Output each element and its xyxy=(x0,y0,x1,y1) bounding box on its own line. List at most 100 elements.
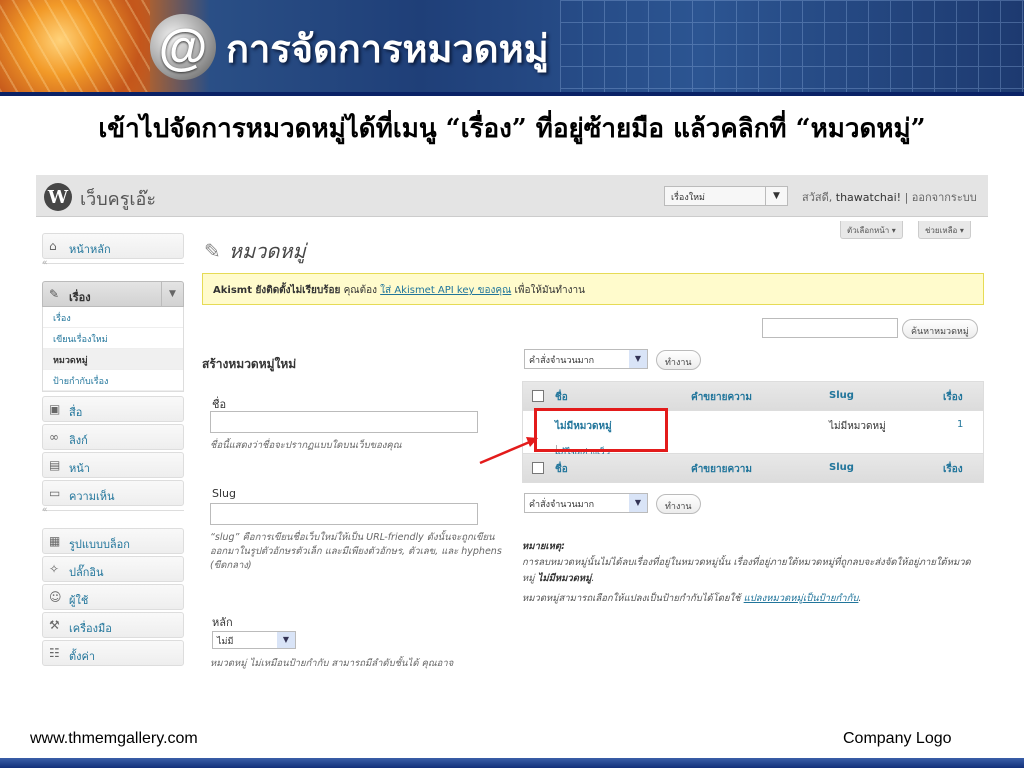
sidebar-item-label: ตั้งค่า xyxy=(69,650,96,663)
slide: @ การจัดการหมวดหมู่ เข้าไปจัดการหมวดหมู่… xyxy=(0,0,1024,768)
pushpin-icon: ✎ xyxy=(49,287,60,301)
posts-submenu: เรื่อง เขียนเรื่องใหม่ หมวดหมู่ ป้ายกำกั… xyxy=(42,307,184,392)
sidebar-item-label: หน้า xyxy=(69,462,90,475)
convert-categories-link[interactable]: แปลงหมวดหมู่เป็นป้ายกำกับ xyxy=(744,593,859,604)
slug-help-text: “slug” คือการเขียนชื่อเว็บใหม่ให้เป็น UR… xyxy=(210,532,502,571)
add-category-heading: สร้างหมวดหมู่ใหม่ xyxy=(202,357,297,371)
new-post-dropdown[interactable]: เรื่องใหม่ ▼ xyxy=(664,186,788,206)
parent-category-select[interactable]: ไม่มี ▼ xyxy=(212,631,296,649)
greeting-prefix: สวัสดี, xyxy=(802,191,833,204)
parent-help-text: หมวดหมู่ ไม่เหมือนป้ายกำกับ สามารถมีลำดั… xyxy=(210,658,454,669)
column-header-description[interactable]: คำขยายความ xyxy=(691,390,752,405)
column-header-slug[interactable]: Slug xyxy=(829,390,854,401)
greeting-separator: | xyxy=(904,191,909,204)
footer-bar xyxy=(0,758,1024,768)
header-banner: @ การจัดการหมวดหมู่ xyxy=(0,0,1024,92)
select-all-checkbox[interactable] xyxy=(532,390,544,402)
media-icon: ▣ xyxy=(49,402,61,416)
bulk-action-select-bottom[interactable]: คำสั่งจำนวนมาก ▼ xyxy=(524,493,648,513)
screen-options-button[interactable]: ตัวเลือกหน้า ▾ xyxy=(840,221,903,239)
sidebar-separator[interactable] xyxy=(42,505,184,520)
category-name-input[interactable] xyxy=(210,411,478,433)
column-footer-name[interactable]: ชื่อ xyxy=(555,462,568,477)
home-icon: ⌂ xyxy=(49,239,57,253)
note-line-2: หมวดหมู่สามารถเลือกให้แปลงเป็นป้ายกำกับไ… xyxy=(522,591,982,607)
site-name[interactable]: เว็บครูเอ๊ะ xyxy=(80,184,156,213)
table-footer: ชื่อ คำขยายความ Slug เรื่อง xyxy=(523,454,983,482)
sidebar-item-tools[interactable]: ⚒ เครื่องมือ xyxy=(42,612,184,638)
sidebar-item-links[interactable]: ∞ ลิงก์ xyxy=(42,424,184,450)
sidebar-separator[interactable] xyxy=(42,258,184,273)
page-icon: ▤ xyxy=(49,458,61,472)
submenu-item-all-posts[interactable]: เรื่อง xyxy=(43,307,183,328)
appearance-icon: ▦ xyxy=(49,534,61,548)
submenu-item-add-new[interactable]: เขียนเรื่องใหม่ xyxy=(43,328,183,349)
notice-text-end: เพื่อให้มันทำงาน xyxy=(514,285,585,296)
pushpin-icon: ✎ xyxy=(204,239,221,263)
sidebar-item-media[interactable]: ▣ สื่อ xyxy=(42,396,184,422)
sidebar-item-label: หน้าหลัก xyxy=(69,243,111,256)
apply-button-top[interactable]: ทำงาน xyxy=(656,350,701,370)
chevron-down-icon: ▼ xyxy=(277,632,295,648)
notice-strong: Akismt ยังติดตั้งไม่เรียบร้อย xyxy=(213,285,341,296)
sidebar-item-users[interactable]: ☺ ผู้ใช้ xyxy=(42,584,184,610)
bulk-action-select-top[interactable]: คำสั่งจำนวนมาก ▼ xyxy=(524,349,648,369)
sidebar-item-label: ผู้ใช้ xyxy=(69,594,89,607)
logout-link[interactable]: ออกจากระบบ xyxy=(912,191,977,204)
footer-company-logo: Company Logo xyxy=(843,730,952,747)
sidebar-item-pages[interactable]: ▤ หน้า xyxy=(42,452,184,478)
column-footer-description[interactable]: คำขยายความ xyxy=(691,462,752,477)
username-link[interactable]: thawatchai! xyxy=(836,191,901,204)
wp-admin-header: W เว็บครูเอ๊ะ เรื่องใหม่ ▼ สวัสดี, thawa… xyxy=(36,175,988,217)
slide-title: การจัดการหมวดหมู่ xyxy=(226,26,549,71)
banner-grid-pattern xyxy=(560,0,1024,92)
help-button[interactable]: ช่วยเหลือ ▾ xyxy=(918,221,971,239)
red-arrow-icon xyxy=(479,437,538,465)
slug-label: Slug xyxy=(212,487,236,500)
user-greeting: สวัสดี, thawatchai! | ออกจากระบบ xyxy=(802,188,977,206)
column-footer-posts[interactable]: เรื่อง xyxy=(943,462,963,477)
search-categories-button[interactable]: ค้นหาหมวดหมู่ xyxy=(902,319,978,339)
column-header-name[interactable]: ชื่อ xyxy=(555,390,568,405)
name-help-text: ชื่อนี้แสดงว่าชื่อจะปรากฏแบบใดบนเว็บของค… xyxy=(210,440,402,451)
category-slug-input[interactable] xyxy=(210,503,478,525)
column-header-posts[interactable]: เรื่อง xyxy=(943,390,963,405)
note-line-1-end: . xyxy=(591,573,595,584)
note-title: หมายเหตุ: xyxy=(522,541,565,552)
chevron-down-icon: ▼ xyxy=(629,494,647,512)
category-note: หมายเหตุ: การลบหมวดหมู่นั้นไม่ได้ลบเรื่อ… xyxy=(522,539,982,607)
akismet-notice: Akismt ยังติดตั้งไม่เรียบร้อย คุณต้อง ใส… xyxy=(202,273,984,305)
akismet-key-link[interactable]: ใส่ Akismet API key ของคุณ xyxy=(380,285,511,296)
sidebar-item-label: สื่อ xyxy=(69,406,83,419)
slide-subtitle: เข้าไปจัดการหมวดหมู่ได้ที่เมนู “เรื่อง” … xyxy=(98,114,926,144)
parent-label: หลัก xyxy=(212,616,233,629)
apply-button-bottom[interactable]: ทำงาน xyxy=(656,494,701,514)
page-title-text: หมวดหมู่ xyxy=(228,239,306,263)
category-post-count[interactable]: 1 xyxy=(957,419,963,430)
sidebar-item-dashboard[interactable]: ⌂ หน้าหลัก xyxy=(42,233,184,259)
note-line-2-text: หมวดหมู่สามารถเลือกให้แปลงเป็นป้ายกำกับไ… xyxy=(522,593,741,604)
at-sign-icon: @ xyxy=(150,14,216,80)
column-footer-slug[interactable]: Slug xyxy=(829,462,854,473)
note-line-2-end: . xyxy=(858,593,862,604)
submenu-item-tags[interactable]: ป้ายกำกับเรื่อง xyxy=(43,370,183,391)
tools-icon: ⚒ xyxy=(49,618,60,632)
sidebar-item-appearance[interactable]: ▦ รูปแบบบล็อก xyxy=(42,528,184,554)
category-search-input[interactable] xyxy=(762,318,898,338)
chevron-down-icon: ▼ xyxy=(629,350,647,368)
chevron-down-icon[interactable]: ▼ xyxy=(161,282,183,306)
link-icon: ∞ xyxy=(49,430,59,444)
sidebar-item-posts[interactable]: ✎ เรื่อง ▼ xyxy=(42,281,184,307)
sidebar-item-comments[interactable]: ▭ ความเห็น xyxy=(42,480,184,506)
plugin-icon: ✧ xyxy=(49,562,60,576)
banner-texture xyxy=(0,0,150,92)
sidebar-item-settings[interactable]: ☷ ตั้งค่า xyxy=(42,640,184,666)
table-header: ชื่อ คำขยายความ Slug เรื่อง xyxy=(523,382,983,410)
submenu-item-categories[interactable]: หมวดหมู่ xyxy=(43,349,183,370)
wordpress-logo-icon: W xyxy=(44,183,72,211)
parent-select-value: ไม่มี xyxy=(217,637,234,647)
sidebar-item-plugins[interactable]: ✧ ปลั๊กอิน xyxy=(42,556,184,582)
users-icon: ☺ xyxy=(49,590,62,604)
footer-url: www.thmemgallery.com xyxy=(30,730,198,747)
sidebar-item-label: รูปแบบบล็อก xyxy=(69,538,130,551)
